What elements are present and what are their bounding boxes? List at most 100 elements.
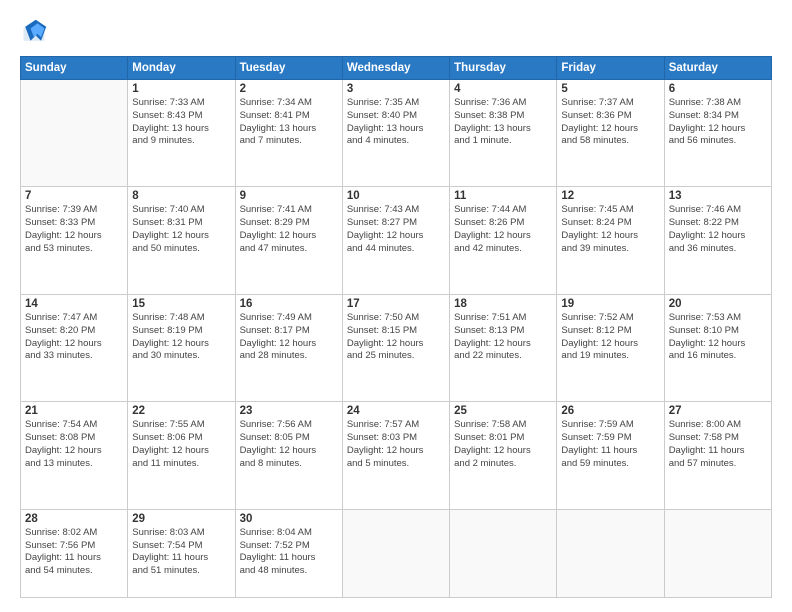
weekday-header: Wednesday: [342, 57, 449, 80]
calendar-cell: [557, 509, 664, 597]
calendar-week-row: 7 Sunrise: 7:39 AM Sunset: 8:33 PM Daylig…: [21, 187, 772, 294]
day-number: 25: [454, 405, 552, 417]
day-info: Sunrise: 7:34 AM Sunset: 8:41 PM Dayligh…: [240, 97, 338, 148]
weekday-header: Friday: [557, 57, 664, 80]
day-info: Sunrise: 7:57 AM Sunset: 8:03 PM Dayligh…: [347, 419, 445, 470]
day-info: Sunrise: 7:55 AM Sunset: 8:06 PM Dayligh…: [132, 419, 230, 470]
day-number: 4: [454, 83, 552, 95]
day-number: 9: [240, 190, 338, 202]
day-info: Sunrise: 7:47 AM Sunset: 8:20 PM Dayligh…: [25, 312, 123, 363]
calendar-cell: [664, 509, 771, 597]
day-info: Sunrise: 7:39 AM Sunset: 8:33 PM Dayligh…: [25, 204, 123, 255]
day-number: 28: [25, 513, 123, 525]
day-number: 6: [669, 83, 767, 95]
calendar-cell: 19 Sunrise: 7:52 AM Sunset: 8:12 PM Dayli…: [557, 294, 664, 401]
day-number: 7: [25, 190, 123, 202]
day-number: 20: [669, 298, 767, 310]
weekday-header: Tuesday: [235, 57, 342, 80]
page: SundayMondayTuesdayWednesdayThursdayFrid…: [0, 0, 792, 612]
header: [20, 18, 772, 46]
day-number: 23: [240, 405, 338, 417]
day-number: 19: [561, 298, 659, 310]
weekday-header: Saturday: [664, 57, 771, 80]
day-info: Sunrise: 7:33 AM Sunset: 8:43 PM Dayligh…: [132, 97, 230, 148]
day-info: Sunrise: 7:45 AM Sunset: 8:24 PM Dayligh…: [561, 204, 659, 255]
calendar-cell: 8 Sunrise: 7:40 AM Sunset: 8:31 PM Daylig…: [128, 187, 235, 294]
calendar-cell: 4 Sunrise: 7:36 AM Sunset: 8:38 PM Daylig…: [450, 80, 557, 187]
calendar-cell: 22 Sunrise: 7:55 AM Sunset: 8:06 PM Dayli…: [128, 402, 235, 509]
day-info: Sunrise: 7:50 AM Sunset: 8:15 PM Dayligh…: [347, 312, 445, 363]
day-number: 18: [454, 298, 552, 310]
calendar-cell: 1 Sunrise: 7:33 AM Sunset: 8:43 PM Daylig…: [128, 80, 235, 187]
logo: [20, 18, 52, 46]
day-info: Sunrise: 8:04 AM Sunset: 7:52 PM Dayligh…: [240, 527, 338, 578]
day-info: Sunrise: 8:03 AM Sunset: 7:54 PM Dayligh…: [132, 527, 230, 578]
calendar-cell: 26 Sunrise: 7:59 AM Sunset: 7:59 PM Dayli…: [557, 402, 664, 509]
calendar-cell: [342, 509, 449, 597]
calendar-cell: 9 Sunrise: 7:41 AM Sunset: 8:29 PM Daylig…: [235, 187, 342, 294]
day-info: Sunrise: 8:00 AM Sunset: 7:58 PM Dayligh…: [669, 419, 767, 470]
day-info: Sunrise: 7:36 AM Sunset: 8:38 PM Dayligh…: [454, 97, 552, 148]
day-number: 2: [240, 83, 338, 95]
calendar-cell: 18 Sunrise: 7:51 AM Sunset: 8:13 PM Dayli…: [450, 294, 557, 401]
weekday-header: Sunday: [21, 57, 128, 80]
day-info: Sunrise: 7:51 AM Sunset: 8:13 PM Dayligh…: [454, 312, 552, 363]
day-number: 26: [561, 405, 659, 417]
calendar-cell: 11Sunrise: 7:44 AM Sunset: 8:26 PM Dayli…: [450, 187, 557, 294]
calendar-cell: 23 Sunrise: 7:56 AM Sunset: 8:05 PM Dayli…: [235, 402, 342, 509]
day-info: Sunrise: 7:40 AM Sunset: 8:31 PM Dayligh…: [132, 204, 230, 255]
day-info: Sunrise: 7:52 AM Sunset: 8:12 PM Dayligh…: [561, 312, 659, 363]
calendar: SundayMondayTuesdayWednesdayThursdayFrid…: [20, 56, 772, 598]
day-info: Sunrise: 7:58 AM Sunset: 8:01 PM Dayligh…: [454, 419, 552, 470]
day-info: Sunrise: 7:35 AM Sunset: 8:40 PM Dayligh…: [347, 97, 445, 148]
day-number: 16: [240, 298, 338, 310]
day-number: 14: [25, 298, 123, 310]
day-number: 8: [132, 190, 230, 202]
calendar-cell: 30 Sunrise: 8:04 AM Sunset: 7:52 PM Dayli…: [235, 509, 342, 597]
calendar-cell: 27 Sunrise: 8:00 AM Sunset: 7:58 PM Dayli…: [664, 402, 771, 509]
calendar-cell: [21, 80, 128, 187]
calendar-cell: 12Sunrise: 7:45 AM Sunset: 8:24 PM Dayli…: [557, 187, 664, 294]
calendar-cell: 6 Sunrise: 7:38 AM Sunset: 8:34 PM Daylig…: [664, 80, 771, 187]
day-info: Sunrise: 7:49 AM Sunset: 8:17 PM Dayligh…: [240, 312, 338, 363]
day-number: 3: [347, 83, 445, 95]
day-info: Sunrise: 7:37 AM Sunset: 8:36 PM Dayligh…: [561, 97, 659, 148]
calendar-cell: 14 Sunrise: 7:47 AM Sunset: 8:20 PM Dayli…: [21, 294, 128, 401]
calendar-cell: 13Sunrise: 7:46 AM Sunset: 8:22 PM Dayli…: [664, 187, 771, 294]
calendar-cell: 7 Sunrise: 7:39 AM Sunset: 8:33 PM Daylig…: [21, 187, 128, 294]
calendar-cell: 28 Sunrise: 8:02 AM Sunset: 7:56 PM Dayli…: [21, 509, 128, 597]
day-number: 27: [669, 405, 767, 417]
day-number: 22: [132, 405, 230, 417]
day-info: Sunrise: 7:44 AM Sunset: 8:26 PM Dayligh…: [454, 204, 552, 255]
calendar-cell: 29Sunrise: 8:03 AM Sunset: 7:54 PM Dayli…: [128, 509, 235, 597]
day-info: Sunrise: 7:48 AM Sunset: 8:19 PM Dayligh…: [132, 312, 230, 363]
day-info: Sunrise: 7:41 AM Sunset: 8:29 PM Dayligh…: [240, 204, 338, 255]
day-info: Sunrise: 7:56 AM Sunset: 8:05 PM Dayligh…: [240, 419, 338, 470]
calendar-cell: 10Sunrise: 7:43 AM Sunset: 8:27 PM Dayli…: [342, 187, 449, 294]
calendar-cell: 2 Sunrise: 7:34 AM Sunset: 8:41 PM Daylig…: [235, 80, 342, 187]
day-number: 24: [347, 405, 445, 417]
day-number: 5: [561, 83, 659, 95]
calendar-cell: [450, 509, 557, 597]
day-number: 13: [669, 190, 767, 202]
day-info: Sunrise: 8:02 AM Sunset: 7:56 PM Dayligh…: [25, 527, 123, 578]
day-info: Sunrise: 7:38 AM Sunset: 8:34 PM Dayligh…: [669, 97, 767, 148]
day-info: Sunrise: 7:54 AM Sunset: 8:08 PM Dayligh…: [25, 419, 123, 470]
calendar-cell: 25 Sunrise: 7:58 AM Sunset: 8:01 PM Dayli…: [450, 402, 557, 509]
day-info: Sunrise: 7:59 AM Sunset: 7:59 PM Dayligh…: [561, 419, 659, 470]
logo-icon: [20, 18, 48, 46]
day-number: 1: [132, 83, 230, 95]
calendar-cell: 15Sunrise: 7:48 AM Sunset: 8:19 PM Dayli…: [128, 294, 235, 401]
calendar-cell: 24 Sunrise: 7:57 AM Sunset: 8:03 PM Dayli…: [342, 402, 449, 509]
calendar-header-row: SundayMondayTuesdayWednesdayThursdayFrid…: [21, 57, 772, 80]
day-number: 10: [347, 190, 445, 202]
day-info: Sunrise: 7:53 AM Sunset: 8:10 PM Dayligh…: [669, 312, 767, 363]
day-number: 21: [25, 405, 123, 417]
day-number: 30: [240, 513, 338, 525]
calendar-cell: 17Sunrise: 7:50 AM Sunset: 8:15 PM Dayli…: [342, 294, 449, 401]
calendar-cell: 16 Sunrise: 7:49 AM Sunset: 8:17 PM Dayli…: [235, 294, 342, 401]
calendar-cell: 20 Sunrise: 7:53 AM Sunset: 8:10 PM Dayli…: [664, 294, 771, 401]
calendar-week-row: 1 Sunrise: 7:33 AM Sunset: 8:43 PM Daylig…: [21, 80, 772, 187]
calendar-cell: 5 Sunrise: 7:37 AM Sunset: 8:36 PM Daylig…: [557, 80, 664, 187]
calendar-week-row: 28 Sunrise: 8:02 AM Sunset: 7:56 PM Dayli…: [21, 509, 772, 597]
